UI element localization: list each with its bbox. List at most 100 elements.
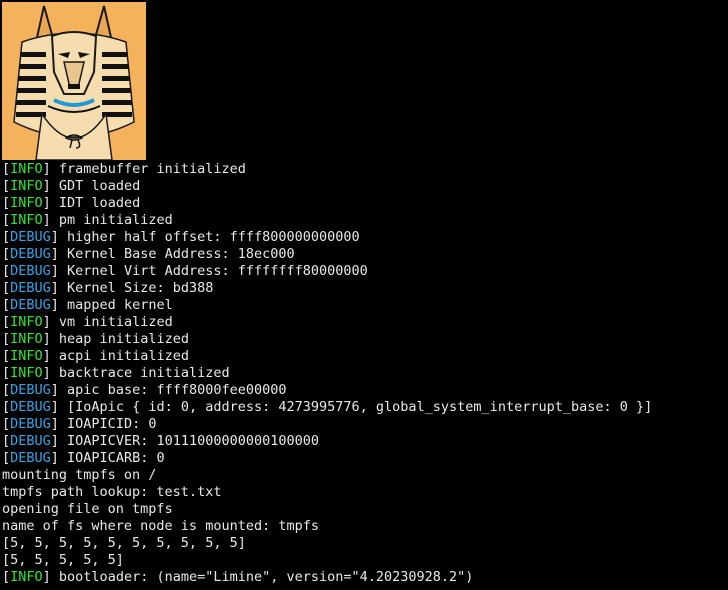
log-message: IOAPICID: 0 — [67, 416, 157, 432]
log-line: name of fs where node is mounted: tmpfs — [2, 518, 728, 535]
anubis-icon — [2, 2, 146, 161]
log-line: [DEBUG] Kernel Size: bd388 — [2, 280, 728, 297]
bracket-close: ] — [50, 263, 68, 279]
bracket-close: ] — [50, 416, 68, 432]
log-level: DEBUG — [10, 382, 51, 398]
boot-log: [INFO] framebuffer initialized [INFO] GDT… — [2, 161, 728, 586]
log-message: [5, 5, 5, 5, 5] — [2, 552, 124, 568]
log-line: [5, 5, 5, 5, 5] — [2, 552, 728, 569]
log-message: apic base: ffff8000fee00000 — [67, 382, 287, 398]
log-level: DEBUG — [10, 280, 51, 296]
bracket-open: [ — [2, 348, 11, 364]
log-line: [INFO] pm initialized — [2, 212, 728, 229]
bracket-close: ] — [50, 382, 68, 398]
bracket-open: [ — [2, 178, 11, 194]
bracket-close: ] — [42, 569, 59, 585]
log-line: opening file on tmpfs — [2, 501, 728, 518]
log-level: INFO — [10, 314, 43, 330]
bracket-open: [ — [2, 569, 11, 585]
log-level: DEBUG — [10, 297, 51, 313]
log-level: INFO — [10, 331, 43, 347]
log-message: acpi initialized — [58, 348, 189, 364]
log-message: IOAPICARB: 0 — [67, 450, 165, 466]
log-message: tmpfs path lookup: test.txt — [2, 484, 222, 500]
log-level: DEBUG — [10, 450, 51, 466]
bracket-close: ] — [42, 161, 59, 177]
bracket-close: ] — [50, 229, 68, 245]
bracket-open: [ — [2, 399, 11, 415]
log-level: DEBUG — [10, 399, 51, 415]
log-message: backtrace initialized — [58, 365, 230, 381]
log-line: [DEBUG] Kernel Base Address: 18ec000 — [2, 246, 728, 263]
bracket-close: ] — [42, 195, 59, 211]
log-message: heap initialized — [58, 331, 189, 347]
bracket-open: [ — [2, 212, 11, 228]
bracket-close: ] — [50, 280, 68, 296]
bracket-close: ] — [50, 450, 68, 466]
log-line: mounting tmpfs on / — [2, 467, 728, 484]
log-line: [DEBUG] IOAPICVER: 10111000000000100000 — [2, 433, 728, 450]
bracket-close: ] — [42, 365, 59, 381]
bracket-open: [ — [2, 416, 11, 432]
log-message: mounting tmpfs on / — [2, 467, 157, 483]
log-line: [INFO] heap initialized — [2, 331, 728, 348]
log-level: INFO — [10, 161, 43, 177]
bracket-open: [ — [2, 297, 11, 313]
log-message: Kernel Size: bd388 — [67, 280, 214, 296]
log-message: framebuffer initialized — [58, 161, 246, 177]
log-message: mapped kernel — [67, 297, 173, 313]
bracket-open: [ — [2, 331, 11, 347]
bracket-open: [ — [2, 161, 11, 177]
bracket-open: [ — [2, 229, 11, 245]
log-line: [DEBUG] higher half offset: ffff80000000… — [2, 229, 728, 246]
log-level: INFO — [10, 365, 43, 381]
log-level: DEBUG — [10, 263, 51, 279]
log-level: DEBUG — [10, 229, 51, 245]
bracket-open: [ — [2, 280, 11, 296]
bracket-close: ] — [42, 178, 59, 194]
log-level: DEBUG — [10, 246, 51, 262]
log-message: name of fs where node is mounted: tmpfs — [2, 518, 319, 534]
bracket-close: ] — [50, 399, 68, 415]
log-level: INFO — [10, 195, 43, 211]
bracket-open: [ — [2, 195, 11, 211]
bracket-open: [ — [2, 263, 11, 279]
log-line: [INFO] acpi initialized — [2, 348, 728, 365]
log-line: [INFO] GDT loaded — [2, 178, 728, 195]
bracket-close: ] — [42, 348, 59, 364]
log-message: vm initialized — [58, 314, 173, 330]
log-message: IOAPICVER: 10111000000000100000 — [67, 433, 320, 449]
log-line: [DEBUG] IOAPICID: 0 — [2, 416, 728, 433]
bracket-close: ] — [42, 314, 59, 330]
bracket-close: ] — [50, 433, 68, 449]
bracket-open: [ — [2, 450, 11, 466]
bracket-open: [ — [2, 314, 11, 330]
bracket-open: [ — [2, 246, 11, 262]
log-message: higher half offset: ffff800000000000 — [67, 229, 360, 245]
bracket-open: [ — [2, 365, 11, 381]
log-line: [INFO] IDT loaded — [2, 195, 728, 212]
log-level: DEBUG — [10, 433, 51, 449]
log-message: Kernel Virt Address: ffffffff80000000 — [67, 263, 368, 279]
log-line: [INFO] framebuffer initialized — [2, 161, 728, 178]
bracket-close: ] — [50, 246, 68, 262]
log-line: [DEBUG] apic base: ffff8000fee00000 — [2, 382, 728, 399]
bracket-close: ] — [42, 212, 59, 228]
log-line: [DEBUG] mapped kernel — [2, 297, 728, 314]
log-line: [DEBUG] Kernel Virt Address: ffffffff800… — [2, 263, 728, 280]
log-level: INFO — [10, 569, 43, 585]
log-message: IDT loaded — [58, 195, 141, 211]
log-line: tmpfs path lookup: test.txt — [2, 484, 728, 501]
log-line: [DEBUG] [IoApic { id: 0, address: 427399… — [2, 399, 728, 416]
log-line: [INFO] backtrace initialized — [2, 365, 728, 382]
log-line: [5, 5, 5, 5, 5, 5, 5, 5, 5, 5] — [2, 535, 728, 552]
log-message: GDT loaded — [58, 178, 141, 194]
log-message: [5, 5, 5, 5, 5, 5, 5, 5, 5, 5] — [2, 535, 246, 551]
log-level: DEBUG — [10, 416, 51, 432]
log-message: [IoApic { id: 0, address: 4273995776, gl… — [67, 399, 653, 415]
log-message: Kernel Base Address: 18ec000 — [67, 246, 295, 262]
log-level: INFO — [10, 212, 43, 228]
log-level: INFO — [10, 348, 43, 364]
bracket-open: [ — [2, 382, 11, 398]
log-message: opening file on tmpfs — [2, 501, 173, 517]
